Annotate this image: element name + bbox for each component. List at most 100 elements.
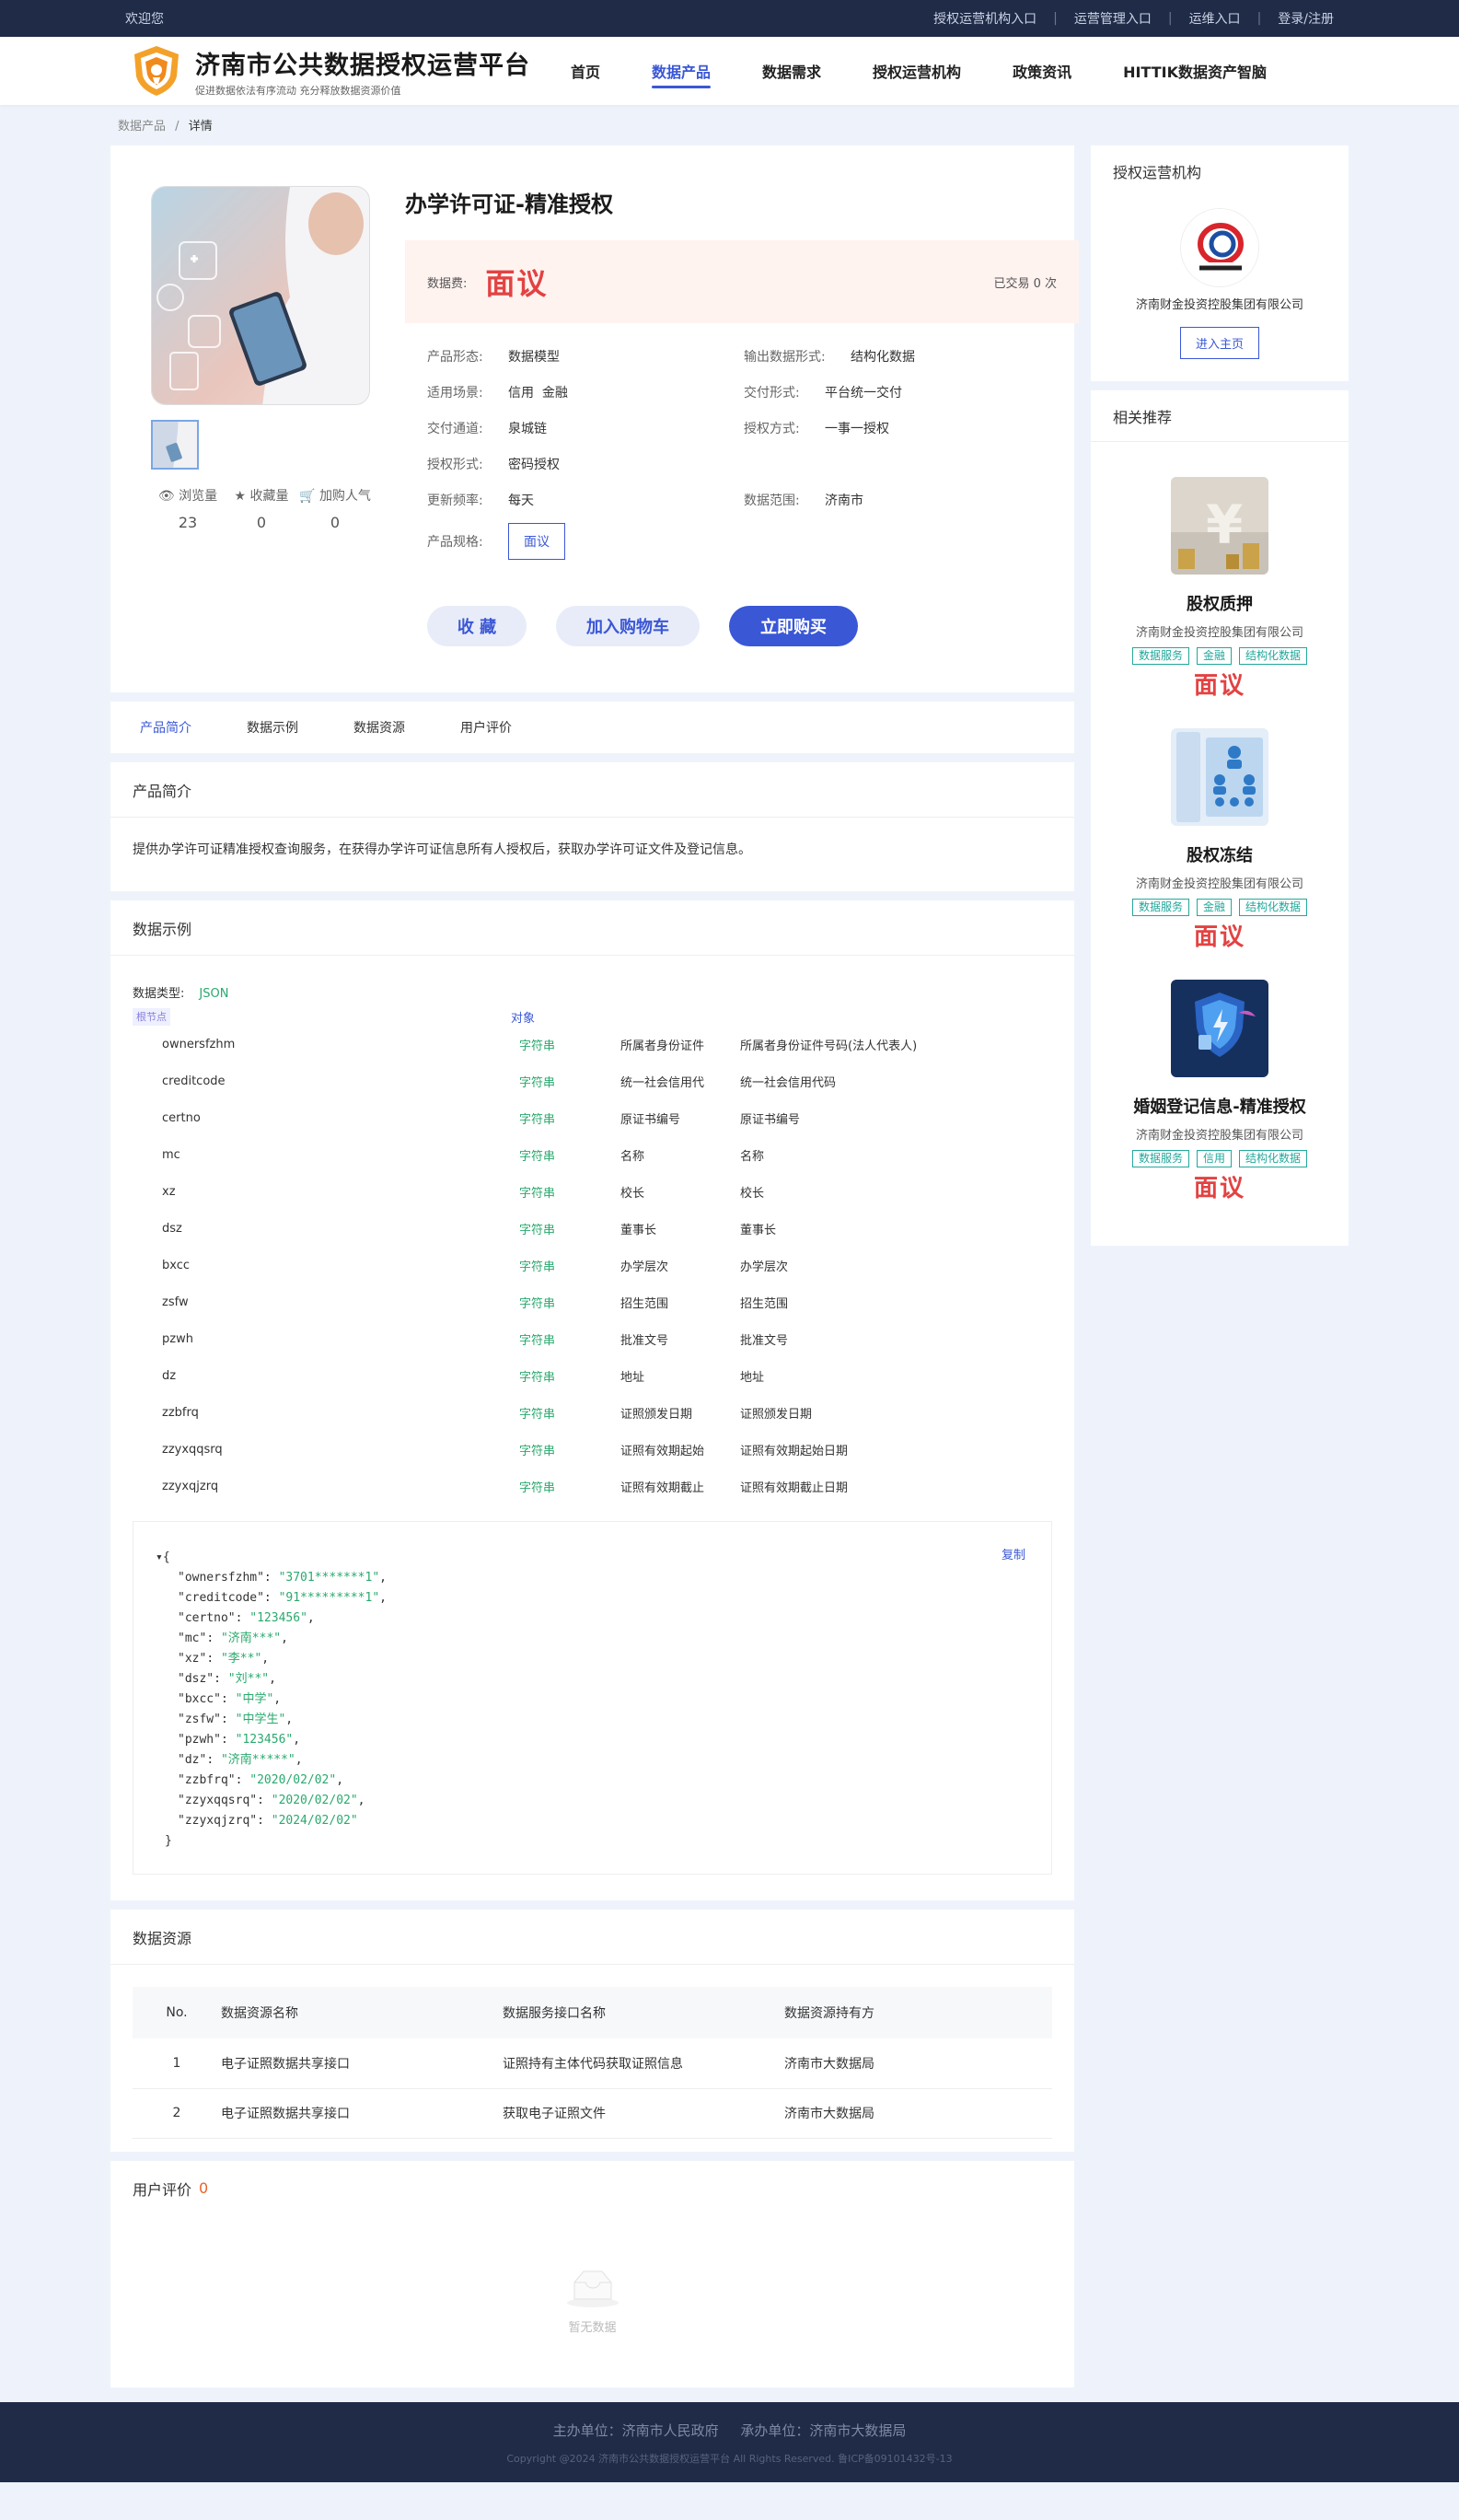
product-card: 👁 浏览量 23 ★ 收藏量 0 🛒 加购人气 0 办学许可证-精准授权 数据费… <box>110 145 1079 692</box>
reviews-empty: 暂无数据 <box>110 2216 1074 2387</box>
site-title: 济南市公共数据授权运营平台 <box>195 51 530 80</box>
tab-resources[interactable]: 数据资源 <box>353 718 405 737</box>
attr-value: 数据模型 <box>508 349 560 365</box>
rec-image <box>1171 980 1268 1077</box>
tab-reviews[interactable]: 用户评价 <box>460 718 512 737</box>
nav-data-products[interactable]: 数据产品 <box>652 37 712 105</box>
intro-section: 产品简介 提供办学许可证精准授权查询服务，在获得办学许可证信息所有人授权后，获取… <box>110 762 1074 891</box>
json-value: "2024/02/02" <box>271 1814 358 1828</box>
footer-copyright: Copyright @2024 济南市公共数据授权运营平台 All Rights… <box>506 2452 953 2465</box>
recommend-head: 相关推荐 <box>1091 390 1349 442</box>
login-link[interactable]: 登录/注册 <box>1278 9 1334 28</box>
field-explain: 校长 <box>740 1186 765 1201</box>
collect-button[interactable]: 收 藏 <box>427 606 527 646</box>
field-type: 字符串 <box>519 1075 556 1090</box>
cell: 电子证照数据共享接口 <box>221 2088 503 2139</box>
buy-now-button[interactable]: 立即购买 <box>729 606 858 646</box>
rec-image <box>1171 728 1268 826</box>
reviews-section: 用户评价 0 暂无数据 <box>110 2160 1074 2387</box>
copy-button[interactable]: 复制 <box>1002 1546 1025 1566</box>
rec-org: 济南财金投资控股集团有限公司 <box>1135 1129 1303 1143</box>
main-column: 👁 浏览量 23 ★ 收藏量 0 🛒 加购人气 0 办学许可证-精准授权 数据费… <box>110 145 1079 2387</box>
nav-home[interactable]: 首页 <box>571 37 600 105</box>
rec-image: ¥ <box>1171 477 1268 575</box>
operator-home-button[interactable]: 进入主页 <box>1179 327 1259 359</box>
json-value: "李**" <box>220 1652 262 1666</box>
rec-price: 面议 <box>1193 1175 1245 1202</box>
json-comma: , <box>379 1571 387 1585</box>
json-colon: : <box>220 1713 236 1726</box>
json-colon: : <box>206 1753 221 1767</box>
empty-box-icon <box>566 2270 619 2307</box>
tab-example[interactable]: 数据示例 <box>247 718 298 737</box>
product-gallery: 👁 浏览量 23 ★ 收藏量 0 🛒 加购人气 0 <box>151 186 372 646</box>
admin-portal-link[interactable]: 运营管理入口 <box>1074 9 1152 28</box>
content: 👁 浏览量 23 ★ 收藏量 0 🛒 加购人气 0 办学许可证-精准授权 数据费… <box>0 145 1459 2387</box>
attr-value: 济南市 <box>825 493 863 508</box>
top-links: 授权运营机构入口 | 运营管理入口 | 运维入口 | 登录/注册 <box>933 9 1334 28</box>
attr-value: 一事一授权 <box>825 421 889 436</box>
field-explain: 证照有效期截止日期 <box>740 1481 849 1495</box>
json-colon: : <box>214 1672 228 1686</box>
json-line: "dz": "济南*****", <box>156 1750 1029 1771</box>
json-key: "creditcode" <box>178 1591 264 1605</box>
recommend-item[interactable]: 婚姻登记信息-精准授权 济南财金投资控股集团有限公司 数据服务 信用 结构化数据… <box>1091 952 1349 1203</box>
field-desc: 原证书编号 <box>620 1112 681 1127</box>
ops-portal-link[interactable]: 运维入口 <box>1189 9 1241 28</box>
json-line: "certno": "123456", <box>156 1608 1029 1629</box>
schema-root: 根节点 对象 <box>133 1008 1052 1026</box>
field-type: 字符串 <box>519 1370 556 1385</box>
spec-option-button[interactable]: 面议 <box>508 523 565 560</box>
field-explain: 统一社会信用代码 <box>740 1075 837 1090</box>
field-type: 字符串 <box>519 1407 556 1422</box>
field-desc: 办学层次 <box>620 1260 669 1274</box>
attr-key: 输出数据形式: <box>744 349 826 365</box>
recommend-item[interactable]: ¥ 股权质押 济南财金投资控股集团有限公司 数据服务 金融 结构化数据 面议 <box>1091 442 1349 701</box>
json-comma: , <box>273 1692 282 1706</box>
schema-field-row: zsfw 字符串 招生范围 招生范围 <box>133 1283 1052 1320</box>
resources-section: 数据资源 No. 数据资源名称 数据服务接口名称 数据资源持有方 1 电子证照数… <box>110 1910 1074 2152</box>
recommend-item[interactable]: 股权冻结 济南财金投资控股集团有限公司 数据服务 金融 结构化数据 面议 <box>1091 701 1349 952</box>
product-stats: 👁 浏览量 23 ★ 收藏量 0 🛒 加购人气 0 <box>151 486 372 531</box>
json-comma: , <box>261 1652 270 1666</box>
field-name: zsfw <box>162 1295 189 1309</box>
operator-logo <box>1180 208 1259 287</box>
field-explain: 原证书编号 <box>740 1112 801 1127</box>
json-value: "中学" <box>235 1692 274 1706</box>
nav-policy[interactable]: 政策资讯 <box>1013 37 1071 105</box>
object-label: 对象 <box>511 1012 536 1026</box>
attr-value: 密码授权 <box>508 457 560 472</box>
org-portal-link[interactable]: 授权运营机构入口 <box>933 9 1036 28</box>
json-value: "济南***" <box>220 1632 282 1645</box>
json-close-brace: } <box>165 1834 172 1848</box>
json-sample: 复制 ▾{ "ownersfzhm": "3701*******1", "cred… <box>133 1521 1052 1875</box>
json-value: "刘**" <box>227 1672 270 1686</box>
cell: 证照持有主体代码获取证照信息 <box>503 2038 784 2089</box>
product-thumbnail[interactable] <box>151 420 199 470</box>
tab-intro[interactable]: 产品简介 <box>140 718 191 737</box>
json-line: "ownersfzhm": "3701*******1", <box>156 1568 1029 1588</box>
add-to-cart-button[interactable]: 加入购物车 <box>556 606 700 646</box>
site-logo[interactable]: 济南市公共数据授权运营平台 促进数据依法有序流动 充分释放数据资源价值 <box>129 43 571 99</box>
recommend-card: 相关推荐 ¥ 股权质押 济南财金投资控股集团有限公司 数据服务 金融 结构化数据… <box>1091 390 1349 1246</box>
rec-tags: 数据服务 信用 结构化数据 <box>1091 1150 1349 1167</box>
collapse-caret-icon[interactable]: ▾ <box>156 1550 163 1564</box>
json-comma: , <box>357 1794 365 1807</box>
nav-operators[interactable]: 授权运营机构 <box>873 37 961 105</box>
field-name: zzyxqqsrq <box>162 1442 223 1457</box>
field-desc: 招生范围 <box>620 1296 669 1311</box>
json-comma: , <box>285 1713 294 1726</box>
nav-asset-brain[interactable]: HITTIK数据资产智脑 <box>1123 37 1267 105</box>
product-image <box>151 186 370 405</box>
stat-value: 0 <box>256 514 267 531</box>
nav-data-demand[interactable]: 数据需求 <box>762 37 821 105</box>
breadcrumb-parent[interactable]: 数据产品 <box>118 120 166 134</box>
security-shield-icon <box>1171 980 1268 1077</box>
json-line: "zzyxqjzrq": "2024/02/02" <box>156 1811 1029 1831</box>
rec-price: 面议 <box>1193 672 1245 700</box>
field-explain: 证照颁发日期 <box>740 1407 813 1422</box>
example-section: 数据示例 数据类型: JSON 根节点 对象 ownersfzhm 字符串 所属者身份… <box>110 900 1074 1900</box>
json-line: "zzbfrq": "2020/02/02", <box>156 1771 1029 1791</box>
spec-label: 产品规格: <box>427 535 483 550</box>
top-bar: 欢迎您 授权运营机构入口 | 运营管理入口 | 运维入口 | 登录/注册 <box>0 0 1459 37</box>
